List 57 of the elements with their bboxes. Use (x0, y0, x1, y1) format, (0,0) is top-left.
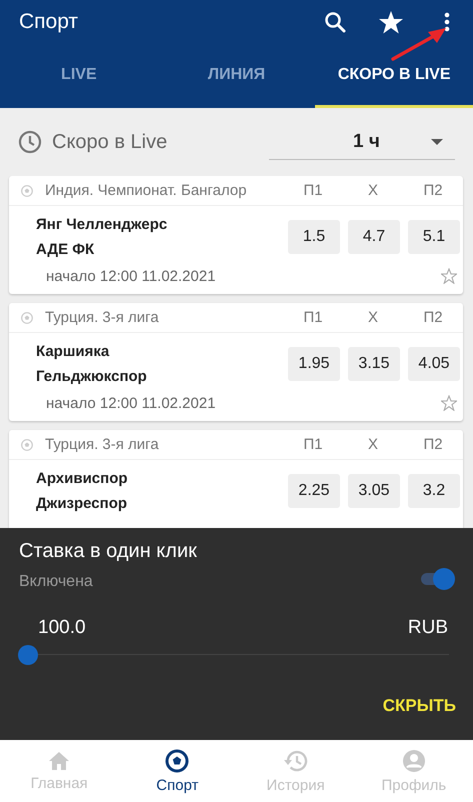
team-name: Янг Челленджерс (36, 216, 168, 233)
column-header: Х (366, 182, 379, 199)
amount-value: 100.0 (38, 617, 86, 639)
team-name: АДЕ ФК (36, 241, 96, 258)
period-dropdown[interactable]: 1 ч (269, 124, 455, 160)
tab[interactable]: ЛИНИЯ (158, 44, 316, 108)
odds-button[interactable]: 4.7 (348, 220, 400, 254)
odds-button[interactable]: 3.15 (348, 347, 400, 381)
odds-button[interactable]: 5.1 (408, 220, 460, 254)
column-header: П2 (422, 309, 444, 326)
tab[interactable]: LIVE (0, 44, 158, 108)
column-header: П2 (422, 182, 444, 199)
start-time: начало 12:00 11.02.2021 (46, 394, 216, 412)
column-header: П2 (422, 436, 444, 453)
caret-icon (431, 138, 443, 144)
odds-button[interactable]: 1.5 (288, 220, 340, 254)
team-name: Гельджюкспор (36, 368, 148, 385)
section-title: Скоро в Live (52, 130, 168, 154)
history-icon (282, 748, 309, 772)
star-icon[interactable] (441, 268, 457, 284)
odds-button[interactable]: 4.05 (408, 347, 460, 381)
home-icon (48, 750, 70, 770)
star-icon[interactable] (441, 395, 457, 411)
odds-button[interactable]: 3.2 (408, 474, 460, 508)
column-header: П1 (302, 182, 324, 199)
league-name: Индия. Чемпионат. Бангалор (45, 182, 248, 199)
team-name: Архивиспор (36, 470, 129, 487)
odds-button[interactable]: 2.25 (288, 474, 340, 508)
search-icon[interactable] (323, 10, 347, 34)
nav-item[interactable]: Спорт (118, 740, 236, 802)
odds-button[interactable]: 1.95 (288, 347, 340, 381)
tab[interactable]: СКОРО В LIVE (315, 44, 473, 108)
ball-icon (21, 312, 33, 324)
profile-icon (402, 748, 426, 772)
team-name: Каршияка (36, 343, 110, 360)
team-name: Джизреспор (36, 495, 128, 512)
ball-icon (21, 184, 33, 196)
sheet-title: Ставка в один клик (19, 540, 197, 563)
star-icon[interactable] (379, 10, 403, 34)
odds-button[interactable]: 3.05 (348, 474, 400, 508)
league-name: Турция. 3-я лига (45, 436, 160, 453)
status-text: Включена (19, 573, 94, 591)
toggle-switch[interactable] (419, 568, 455, 590)
screen-title: Спорт (19, 10, 80, 34)
hide-button[interactable]: СКРЫТЬ (382, 696, 456, 716)
slider-thumb[interactable] (18, 645, 38, 665)
annotation-arrow (391, 28, 446, 61)
column-header: П1 (302, 436, 324, 453)
currency-label: RUB (408, 617, 448, 639)
soccer-ball-icon (165, 748, 190, 772)
column-header: Х (366, 309, 379, 326)
clock-icon (18, 130, 42, 154)
ball-icon (21, 438, 33, 450)
start-time: начало 12:00 11.02.2021 (46, 268, 216, 284)
column-header: П1 (302, 309, 324, 326)
column-header: Х (366, 436, 379, 453)
league-name: Турция. 3-я лига (45, 309, 160, 326)
